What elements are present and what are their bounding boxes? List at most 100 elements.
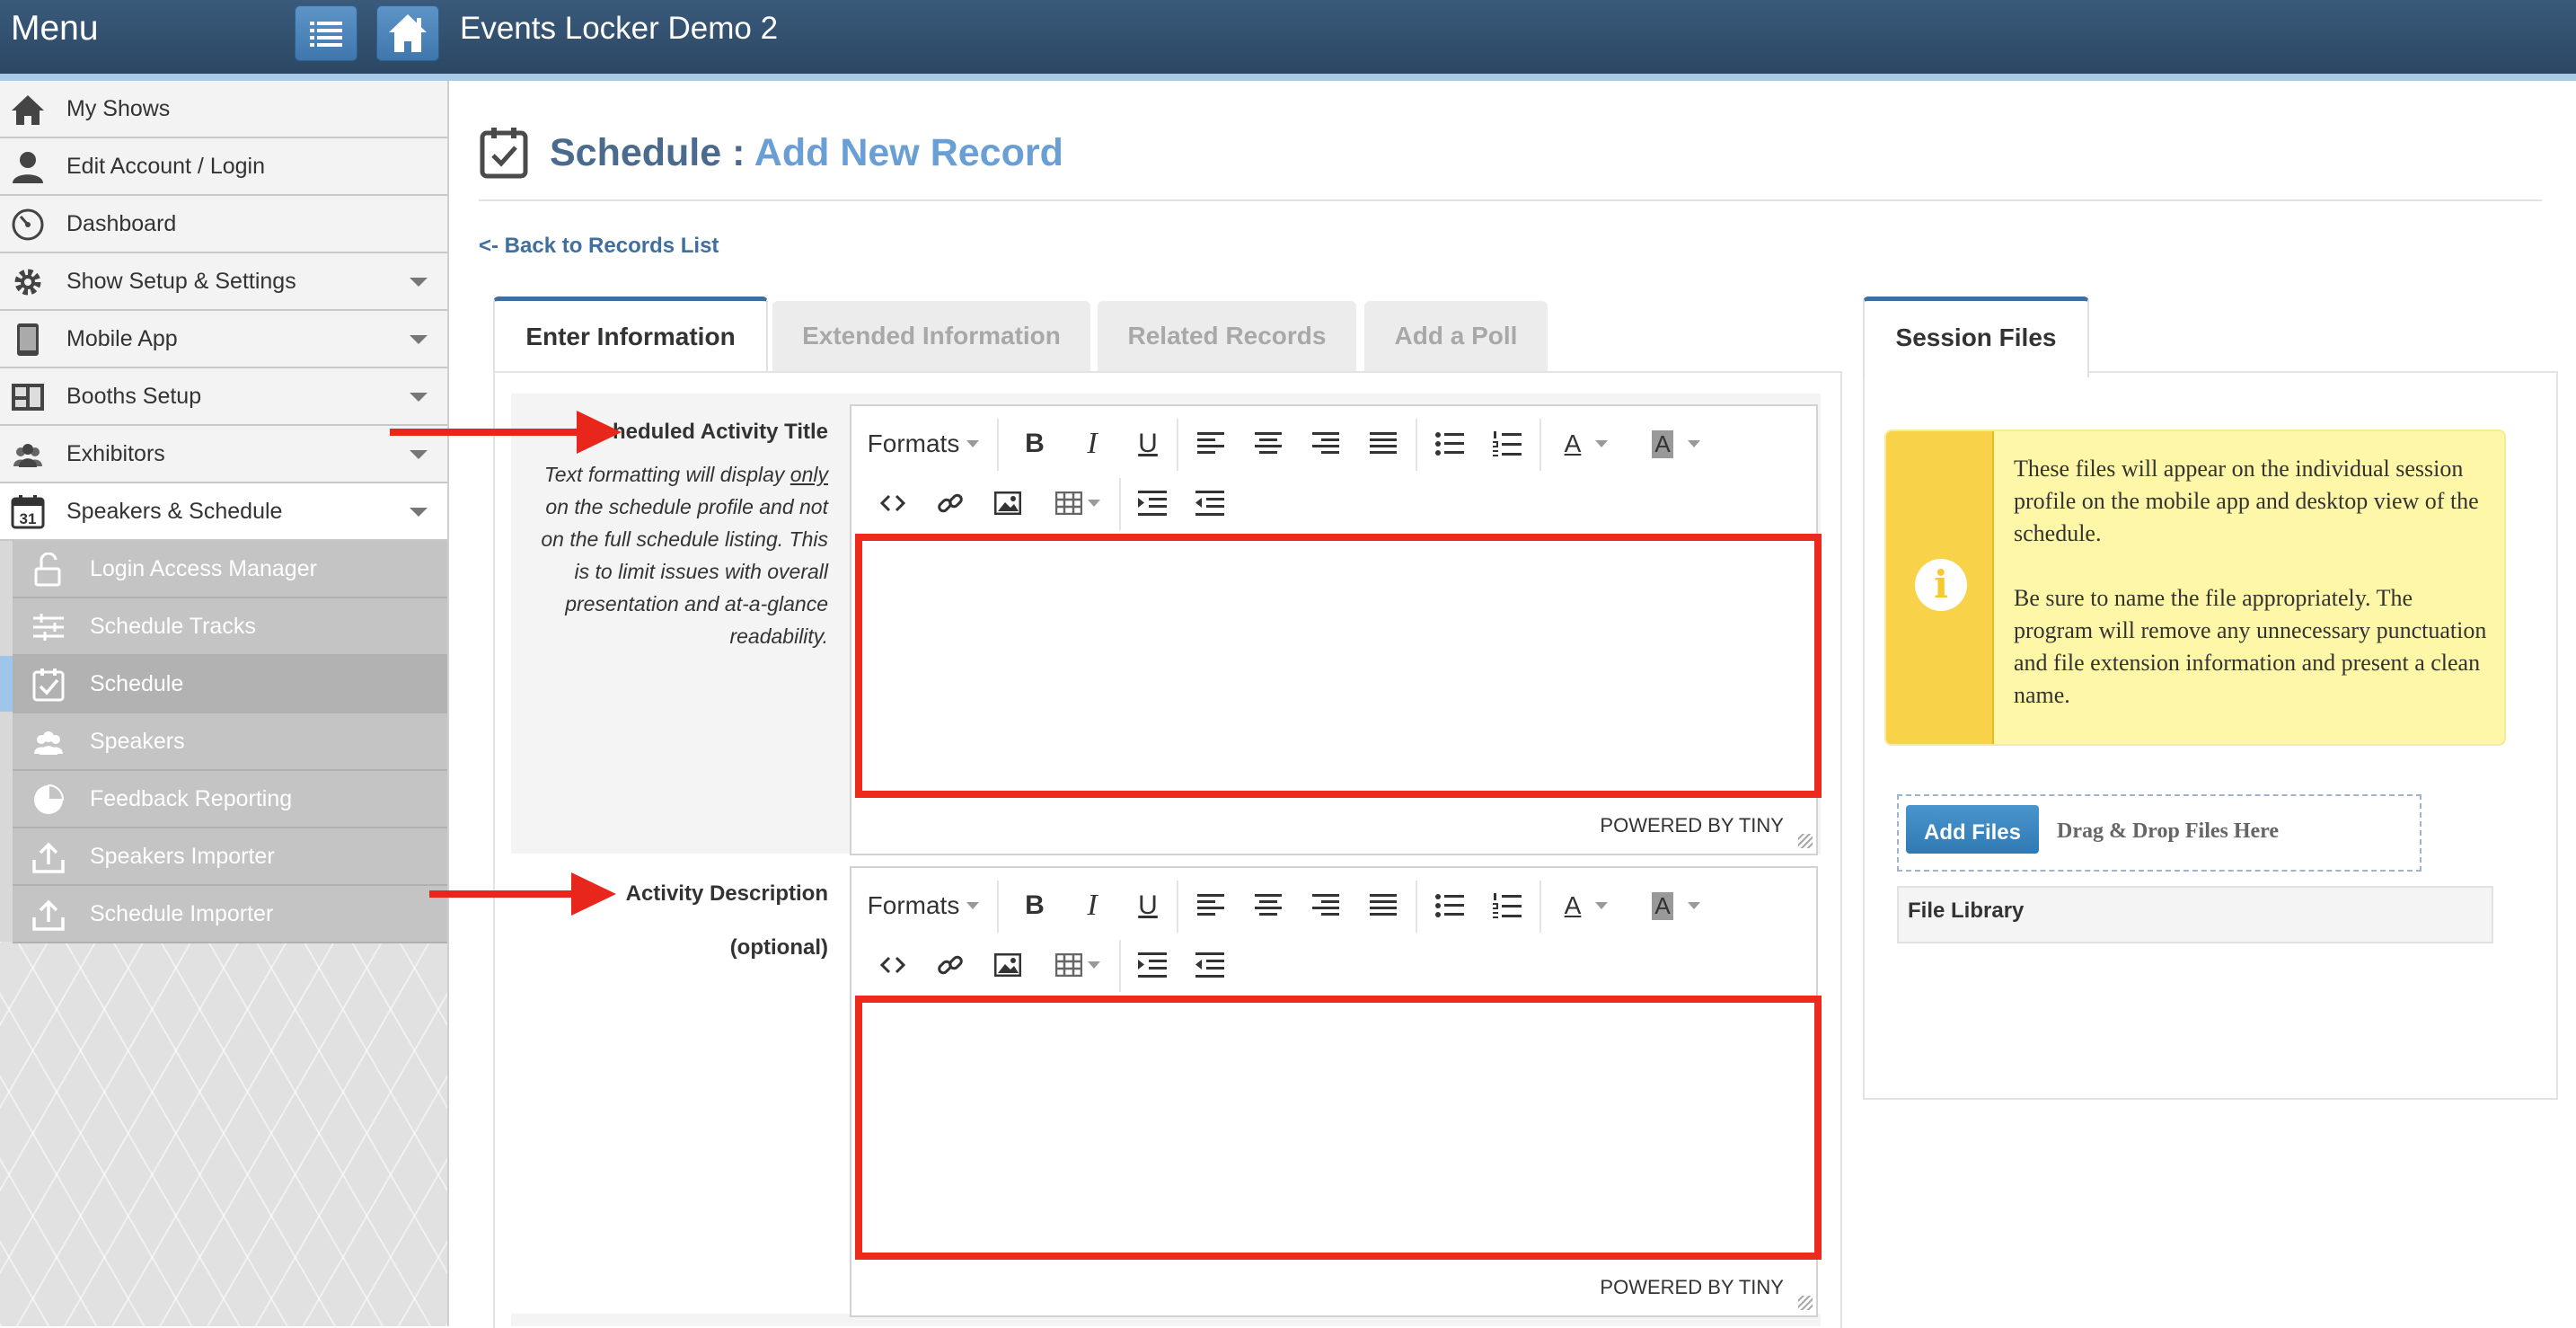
sidebar-subitem-schedule-importer[interactable]: Schedule Importer bbox=[13, 886, 447, 943]
powered-by-tiny-label[interactable]: POWERED BY TINY bbox=[1600, 814, 1784, 837]
bullet-list-icon bbox=[1435, 894, 1464, 917]
sidebar-subitem-feedback-reporting[interactable]: Feedback Reporting bbox=[13, 771, 447, 828]
info-paragraph: These files will appear on the individua… bbox=[2014, 456, 2479, 546]
back-to-records-link[interactable]: <- Back to Records List bbox=[479, 234, 719, 259]
image-icon bbox=[994, 953, 1021, 977]
sidebar-subitem-label: Speakers Importer bbox=[90, 844, 275, 869]
indent-button[interactable] bbox=[1126, 934, 1178, 996]
editor-resize-handle[interactable] bbox=[1798, 1296, 1813, 1310]
outdent-button[interactable] bbox=[1184, 934, 1236, 996]
italic-button[interactable]: I bbox=[1067, 875, 1117, 936]
title-field-help-text: Text formatting will display only on the… bbox=[541, 463, 828, 648]
tab-enter-information[interactable]: Enter Information bbox=[493, 297, 768, 373]
sidebar-subitem-speakers[interactable]: Speakers bbox=[13, 713, 447, 771]
underline-button[interactable]: U bbox=[1123, 413, 1173, 474]
tab-session-files[interactable]: Session Files bbox=[1863, 297, 2089, 377]
align-justify-button[interactable] bbox=[1356, 413, 1410, 474]
add-files-button[interactable]: Add Files bbox=[1906, 805, 2039, 854]
link-icon bbox=[938, 955, 963, 975]
bold-button[interactable]: B bbox=[1010, 413, 1060, 474]
insert-table-button[interactable] bbox=[1040, 473, 1116, 534]
bullet-list-button[interactable] bbox=[1423, 875, 1477, 936]
formats-dropdown[interactable]: Formats bbox=[860, 875, 986, 936]
align-left-button[interactable] bbox=[1184, 875, 1238, 936]
insert-image-button[interactable] bbox=[983, 473, 1033, 534]
home-button[interactable] bbox=[376, 5, 439, 61]
sidebar-subitem-schedule-tracks[interactable]: Schedule Tracks bbox=[13, 598, 447, 656]
editor-toolbar-row-1: Formats B I U A A bbox=[851, 413, 1816, 474]
chevron-down-icon[interactable] bbox=[410, 335, 428, 344]
background-color-button[interactable]: A bbox=[1633, 875, 1719, 936]
outdent-button[interactable] bbox=[1184, 473, 1236, 534]
description-text-area[interactable] bbox=[855, 996, 1822, 1260]
sidebar-item-speakers-schedule[interactable]: 31 Speakers & Schedule bbox=[0, 483, 447, 541]
info-callout-side: i bbox=[1886, 431, 1994, 744]
align-center-icon bbox=[1255, 432, 1282, 454]
sidebar-item-label: Show Setup & Settings bbox=[66, 269, 296, 294]
bold-button[interactable]: B bbox=[1010, 875, 1060, 936]
text-color-button[interactable]: A bbox=[1547, 413, 1626, 474]
sidebar-item-exhibitors[interactable]: Exhibitors bbox=[0, 426, 447, 483]
sidebar-subitem-schedule[interactable]: Schedule bbox=[13, 656, 447, 713]
chevron-down-icon bbox=[966, 440, 980, 447]
insert-link-button[interactable] bbox=[925, 473, 975, 534]
submenu-indent-strip bbox=[0, 541, 13, 942]
align-right-button[interactable] bbox=[1299, 413, 1353, 474]
align-center-button[interactable] bbox=[1241, 413, 1295, 474]
tab-add-a-poll[interactable]: Add a Poll bbox=[1364, 301, 1548, 371]
sidebar-subitem-login-access-manager[interactable]: Login Access Manager bbox=[13, 541, 447, 598]
insert-image-button[interactable] bbox=[983, 934, 1033, 996]
tab-related-records[interactable]: Related Records bbox=[1098, 301, 1356, 371]
align-right-button[interactable] bbox=[1299, 875, 1353, 936]
sidebar-item-label: Exhibitors bbox=[66, 441, 165, 466]
dashboard-gauge-icon bbox=[10, 208, 46, 242]
formats-dropdown[interactable]: Formats bbox=[860, 413, 986, 474]
menu-title[interactable]: Menu bbox=[11, 9, 99, 49]
chevron-down-icon bbox=[1595, 902, 1609, 909]
code-icon bbox=[879, 494, 906, 512]
italic-button[interactable]: I bbox=[1067, 413, 1117, 474]
sidebar-item-edit-account[interactable]: Edit Account / Login bbox=[0, 138, 447, 196]
sidebar-subitem-label: Feedback Reporting bbox=[90, 786, 293, 811]
background-color-button[interactable]: A bbox=[1633, 413, 1719, 474]
sidebar-item-my-shows[interactable]: My Shows bbox=[0, 81, 447, 138]
sidebar-subitem-speakers-importer[interactable]: Speakers Importer bbox=[13, 828, 447, 886]
tab-extended-information[interactable]: Extended Information bbox=[772, 301, 1090, 371]
source-code-button[interactable] bbox=[868, 934, 918, 996]
bullet-list-button[interactable] bbox=[1423, 413, 1477, 474]
calendar-icon: 31 bbox=[10, 495, 46, 529]
gear-icon bbox=[10, 265, 46, 299]
chevron-down-icon[interactable] bbox=[410, 393, 428, 402]
home-icon bbox=[10, 93, 46, 127]
chevron-down-icon bbox=[1687, 440, 1700, 447]
list-view-button[interactable] bbox=[295, 5, 357, 61]
align-left-icon bbox=[1197, 432, 1224, 454]
indent-button[interactable] bbox=[1126, 473, 1178, 534]
text-color-button[interactable]: A bbox=[1547, 875, 1626, 936]
info-callout-text: These files will appear on the individua… bbox=[2014, 453, 2490, 712]
sidebar-subitem-label: Schedule bbox=[90, 671, 184, 696]
title-text-area[interactable] bbox=[855, 534, 1822, 798]
numbered-list-button[interactable] bbox=[1480, 875, 1534, 936]
sidebar-item-show-setup[interactable]: Show Setup & Settings bbox=[0, 253, 447, 311]
align-left-button[interactable] bbox=[1184, 413, 1238, 474]
upload-icon bbox=[31, 840, 66, 874]
sidebar-item-booths-setup[interactable]: Booths Setup bbox=[0, 368, 447, 426]
numbered-list-button[interactable] bbox=[1480, 413, 1534, 474]
list-icon bbox=[310, 22, 342, 47]
insert-link-button[interactable] bbox=[925, 934, 975, 996]
align-center-button[interactable] bbox=[1241, 875, 1295, 936]
insert-table-button[interactable] bbox=[1040, 934, 1116, 996]
powered-by-tiny-label[interactable]: POWERED BY TINY bbox=[1600, 1276, 1784, 1299]
editor-resize-handle[interactable] bbox=[1798, 834, 1813, 848]
chevron-down-icon[interactable] bbox=[410, 508, 428, 517]
sidebar-item-label: Dashboard bbox=[66, 211, 177, 236]
sidebar-item-dashboard[interactable]: Dashboard bbox=[0, 196, 447, 253]
bullet-list-icon bbox=[1435, 432, 1464, 456]
underline-button[interactable]: U bbox=[1123, 875, 1173, 936]
align-justify-button[interactable] bbox=[1356, 875, 1410, 936]
source-code-button[interactable] bbox=[868, 473, 918, 534]
chevron-down-icon[interactable] bbox=[410, 278, 428, 287]
sidebar-item-mobile-app[interactable]: Mobile App bbox=[0, 311, 447, 368]
numbered-list-icon bbox=[1493, 431, 1522, 456]
